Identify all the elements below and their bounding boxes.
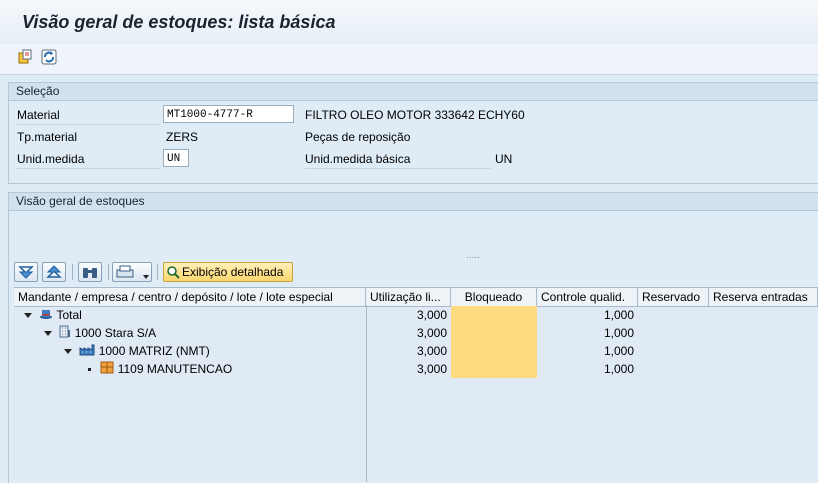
application-toolbar [0,44,818,75]
collapse-arrow-icon[interactable] [24,308,32,322]
selection-group: Seleção Material MT1000-4777-R FILTRO OL… [8,82,818,184]
column-header-utilizacao[interactable]: Utilização li... [366,288,451,306]
copy-icon[interactable] [16,48,34,66]
tree-node[interactable]: 1000 Stara S/A [40,324,366,342]
column-header-controle-qualid[interactable]: Controle qualid. [537,288,638,306]
toolbar-separator [72,264,73,280]
binoculars-icon [83,268,97,278]
material-description: FILTRO OLEO MOTOR 333642 ECHY60 [305,108,525,122]
stock-tree-table: Mandante / empresa / centro / depósito /… [14,287,818,482]
collapse-arrow-icon[interactable] [44,326,52,340]
utilizacao-cell: 3,000 [416,362,447,376]
tree-node[interactable]: 1109 MANUTENCAO [84,360,366,378]
unid-medida-basica-value: UN [495,152,513,166]
utilizacao-cell: 3,000 [416,344,447,358]
tree-node[interactable]: 1000 MATRIZ (NMT) [60,342,366,360]
material-label: Material [17,106,160,125]
controle-qualid-cell: 1,000 [603,344,634,358]
collapse-all-icon [46,265,62,278]
expand-all-button[interactable] [14,262,38,282]
bloqueado-cell [451,360,537,378]
tree-node-label: Total [56,308,82,322]
dropdown-arrow-icon [143,269,149,283]
hat-icon [39,307,53,325]
tree-node-label: 1000 Stara S/A [74,326,157,340]
unid-medida-label: Unid.medida [17,150,160,169]
find-button[interactable] [78,262,102,282]
tp-material-value: ZERS [166,130,199,144]
factory-icon [79,343,95,361]
tp-material-label: Tp.material [17,130,78,144]
stock-overview-header: Visão geral de estoques [9,193,818,211]
utilizacao-cell: 3,000 [416,308,447,322]
column-header-reserva-entradas[interactable]: Reserva entradas [709,288,818,306]
print-button[interactable] [112,262,152,282]
expand-all-icon [18,266,34,279]
column-header-bloqueado[interactable]: Bloqueado [451,288,537,306]
tree-node-label: 1109 MANUTENCAO [117,362,233,376]
tree-node[interactable]: Total [20,306,366,324]
unid-medida-basica-label: Unid.medida básica [305,150,491,169]
utilizacao-cell: 3,000 [416,326,447,340]
table-row[interactable]: 1000 Stara S/A 3,000 1,000 [14,324,818,342]
page-title: Visão geral de estoques: lista básica [22,12,336,32]
building-icon [59,325,71,343]
warehouse-icon [100,361,114,379]
toolbar-separator [108,264,109,280]
detail-view-button[interactable]: Exibição detalhada [163,262,293,282]
leaf-bullet-icon [88,368,91,372]
controle-qualid-cell: 1,000 [603,362,634,376]
tree-node-label: 1000 MATRIZ (NMT) [98,344,210,358]
collapse-all-button[interactable] [42,262,66,282]
table-row[interactable]: 1000 MATRIZ (NMT) 3,000 1,000 [14,342,818,360]
column-header-reservado[interactable]: Reservado [638,288,709,306]
unid-medida-input[interactable]: UN [163,149,189,167]
printer-icon [116,265,134,278]
detail-view-label: Exibição detalhada [182,265,284,279]
material-input[interactable]: MT1000-4777-R [163,105,294,123]
column-header-hierarchy[interactable]: Mandante / empresa / centro / depósito /… [14,288,366,306]
bloqueado-cell [451,306,537,324]
selection-header: Seleção [9,83,818,101]
collapse-arrow-icon[interactable] [64,344,72,358]
table-row[interactable]: Total 3,000 1,000 [14,306,818,324]
title-bar: Visão geral de estoques: lista básica [0,0,818,45]
toolbar-separator [157,264,158,280]
refresh-icon[interactable] [40,48,58,66]
tp-material-description: Peças de reposição [305,130,411,144]
bloqueado-cell [451,342,537,360]
controle-qualid-cell: 1,000 [603,326,634,340]
column-divider [366,305,367,482]
magnifier-icon [166,265,181,285]
table-row[interactable]: 1109 MANUTENCAO 3,000 1,000 [14,360,818,378]
table-header: Mandante / empresa / centro / depósito /… [14,287,818,307]
splitter-handle[interactable]: ..... [466,250,480,261]
bloqueado-cell [451,324,537,342]
controle-qualid-cell: 1,000 [603,308,634,322]
